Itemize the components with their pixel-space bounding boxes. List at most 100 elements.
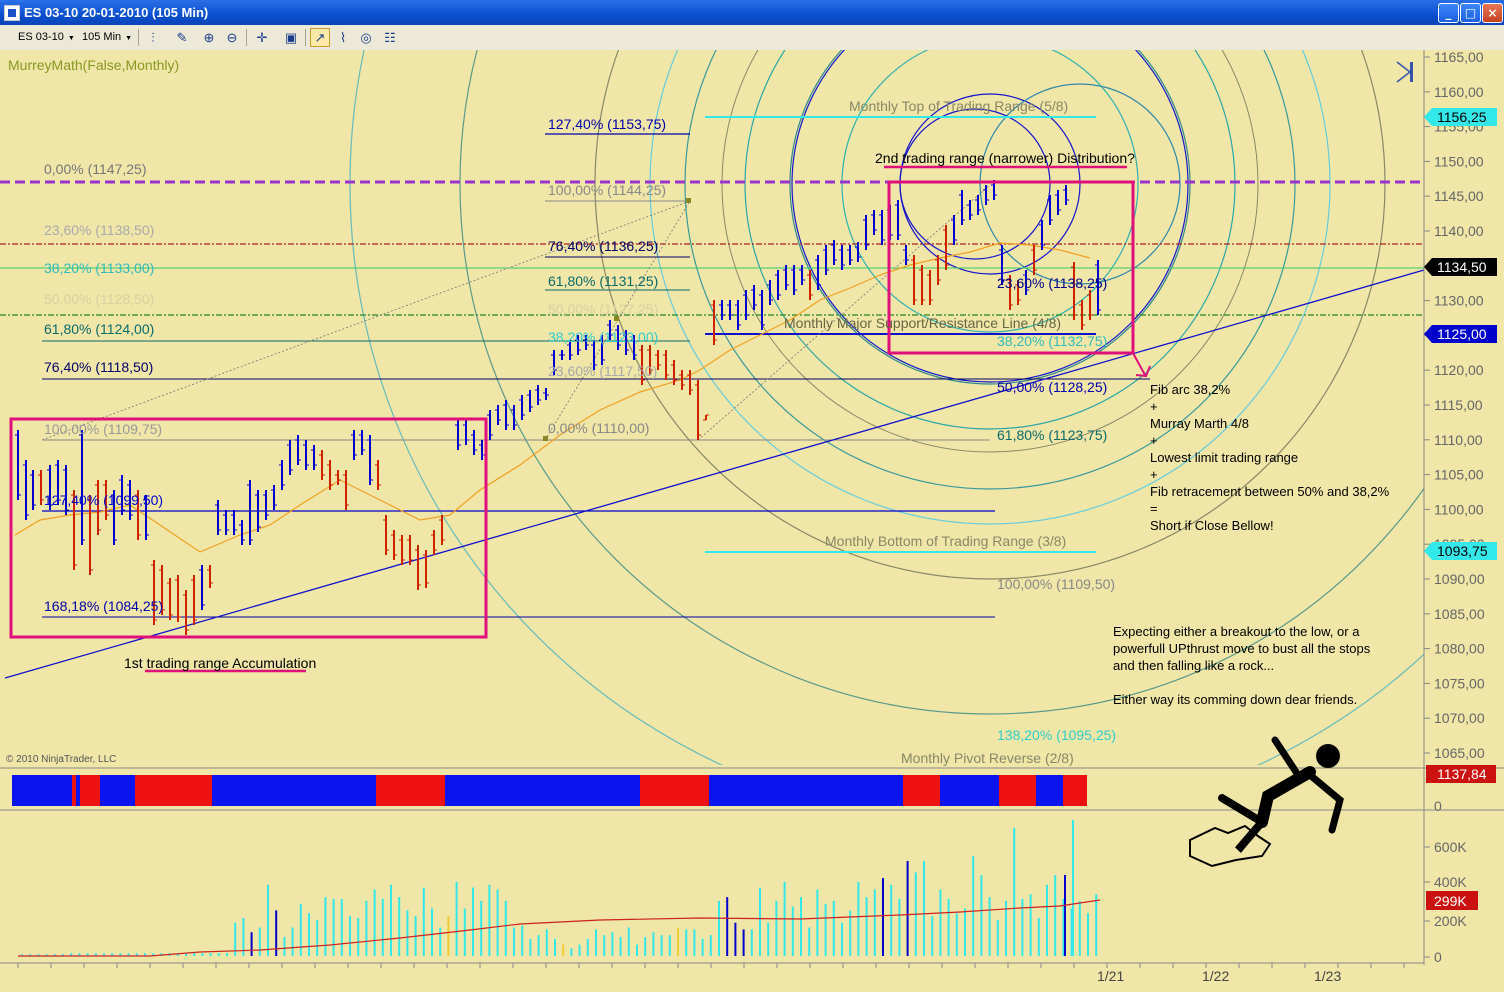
- note-line: Fib retracement between 50% and 38,2%: [1150, 484, 1390, 499]
- note-line: Lowest limit trading range: [1150, 450, 1298, 465]
- price-tick-label: 1105,00: [1434, 467, 1484, 483]
- trend-block: [135, 775, 212, 806]
- fib-label: 38,20% (1123,00): [548, 329, 658, 345]
- instrument-dropdown[interactable]: ES 03-10 ▼: [14, 29, 79, 46]
- instrument-label: ES 03-10: [18, 31, 64, 43]
- price-tick-label: 1080,00: [1434, 641, 1485, 657]
- volume-tick-label: 0: [1434, 949, 1442, 965]
- trend-block: [903, 775, 940, 806]
- trend-block: [376, 775, 445, 806]
- window-titlebar: ES 03-10 20-01-2010 (105 Min) _ □ ×: [0, 0, 1504, 25]
- data-box-icon[interactable]: ◎: [356, 28, 376, 47]
- murrey-label: Monthly Bottom of Trading Range (3/8): [825, 533, 1066, 549]
- fib-label: 50,00% (1128,25): [997, 379, 1107, 395]
- volume-marker-label: 299K: [1434, 893, 1467, 909]
- fib-label: 23,60% (1138,25): [997, 275, 1107, 291]
- chevron-down-icon: ▼: [125, 35, 133, 42]
- volume-tick-label: 600K: [1434, 839, 1467, 855]
- price-marker-label: 1156,25: [1437, 109, 1487, 125]
- murrey-label: Monthly Major Support/Resistance Line (4…: [784, 315, 1061, 331]
- toolbar-separator: [305, 29, 306, 46]
- note-line: Murray Marth 4/8: [1150, 416, 1249, 431]
- trend-blocks: [12, 775, 1087, 806]
- fib-label: 0,00% (1110,00): [548, 420, 649, 436]
- volume-tick-label: 400K: [1434, 874, 1467, 890]
- price-tick-label: 1150,00: [1434, 153, 1484, 169]
- chart-trader-icon[interactable]: ☷: [380, 28, 400, 47]
- zoom-in-icon[interactable]: ⊕: [199, 28, 219, 47]
- price-tick-label: 1145,00: [1434, 188, 1484, 204]
- anchor-point: [686, 198, 691, 203]
- toolbar-separator: [138, 29, 139, 46]
- price-tick-label: 1165,00: [1434, 50, 1484, 65]
- note-line: =: [1150, 501, 1158, 516]
- expect-line: powerfull UPthrust move to bust all the …: [1113, 641, 1371, 656]
- panel2-zero: 0: [1434, 798, 1442, 814]
- bar-style-icon[interactable]: ⫶: [143, 28, 163, 47]
- maximize-button[interactable]: □: [1460, 3, 1481, 23]
- fib-label: 61,80% (1124,00): [44, 321, 154, 337]
- period-label: 105 Min: [82, 31, 122, 43]
- trend-block: [1036, 775, 1063, 806]
- trend-block: [100, 775, 135, 806]
- strategies-icon[interactable]: ⌇: [333, 28, 353, 47]
- copyright: © 2010 NinjaTrader, LLC: [6, 754, 116, 765]
- trend-block: [999, 775, 1036, 806]
- time-label: 1/22: [1202, 968, 1229, 984]
- trend-block: [940, 775, 999, 806]
- price-tick-label: 1160,00: [1434, 84, 1484, 100]
- price-tick-label: 1115,00: [1434, 397, 1483, 413]
- fib-label: 23,60% (1117,50): [548, 363, 657, 379]
- drawing-tool-icon[interactable]: ✎: [172, 28, 192, 47]
- properties-icon[interactable]: ▣: [281, 28, 301, 47]
- note-line: Short if Close Bellow!: [1150, 518, 1274, 533]
- fib-label: 50,00% (1128,50): [44, 291, 154, 307]
- price-tick-label: 1065,00: [1434, 745, 1485, 761]
- fib-label: 76,40% (1118,50): [44, 359, 153, 375]
- close-button[interactable]: ×: [1482, 3, 1503, 23]
- indicators-icon[interactable]: ↗: [310, 28, 330, 47]
- fib-label: 127,40% (1099,50): [44, 492, 163, 508]
- price-tick-label: 1100,00: [1434, 501, 1484, 517]
- fib-label: 127,40% (1153,75): [548, 116, 666, 132]
- fib-label: 138,20% (1095,25): [997, 727, 1116, 743]
- expect-line: and then falling like a rock...: [1113, 658, 1274, 673]
- zoom-out-icon[interactable]: ⊖: [222, 28, 242, 47]
- period-dropdown[interactable]: 105 Min ▼: [78, 29, 136, 46]
- trend-block: [709, 775, 903, 806]
- fib-label: 100,00% (1109,50): [997, 576, 1115, 592]
- note-line: +: [1150, 399, 1158, 414]
- app-icon: [4, 5, 20, 21]
- panel2-value: 1137,84: [1437, 766, 1487, 782]
- trend-block: [212, 775, 376, 806]
- fib-label: 38,20% (1133,00): [44, 260, 154, 276]
- price-tick-label: 1130,00: [1434, 293, 1484, 309]
- note-line: +: [1150, 467, 1158, 482]
- toolbar-separator: [246, 29, 247, 46]
- price-tick-label: 1140,00: [1434, 223, 1484, 239]
- time-label: 1/21: [1097, 968, 1124, 984]
- murrey-label: Monthly Top of Trading Range (5/8): [849, 98, 1068, 114]
- fib-label: 100,00% (1144,25): [548, 182, 666, 198]
- trend-block: [640, 775, 709, 806]
- minimize-button[interactable]: _: [1438, 3, 1459, 23]
- volume-tick-label: 200K: [1434, 913, 1467, 929]
- price-tick-label: 1110,00: [1434, 432, 1483, 448]
- fib-label: 61,80% (1131,25): [548, 273, 658, 289]
- crosshair-icon[interactable]: ✛: [252, 28, 272, 47]
- price-marker-label: 1134,50: [1437, 259, 1487, 275]
- fib-label: 61,80% (1123,75): [997, 427, 1107, 443]
- murrey-label: Monthly Pivot Reverse (2/8): [901, 750, 1074, 766]
- annotation-accumulation: 1st trading range Accumulation: [124, 655, 316, 671]
- note-line: +: [1150, 433, 1158, 448]
- note-line: Fib arc 38,2%: [1150, 382, 1231, 397]
- trend-block: [1063, 775, 1087, 806]
- chart-canvas[interactable]: MurreyMath(False,Monthly) 0,00% (1147,25…: [0, 50, 1504, 992]
- fib-label: 50,00% (1127,25): [548, 301, 658, 317]
- annotation-distribution: 2nd trading range (narrower) Distributio…: [875, 150, 1135, 166]
- fib-label: 23,60% (1138,50): [44, 222, 154, 238]
- price-tick-label: 1120,00: [1434, 362, 1484, 378]
- price-marker-label: 1093,75: [1437, 543, 1488, 559]
- fib-label: 0,00% (1147,25): [44, 161, 146, 177]
- fib-label: 168,18% (1084,25): [44, 598, 163, 614]
